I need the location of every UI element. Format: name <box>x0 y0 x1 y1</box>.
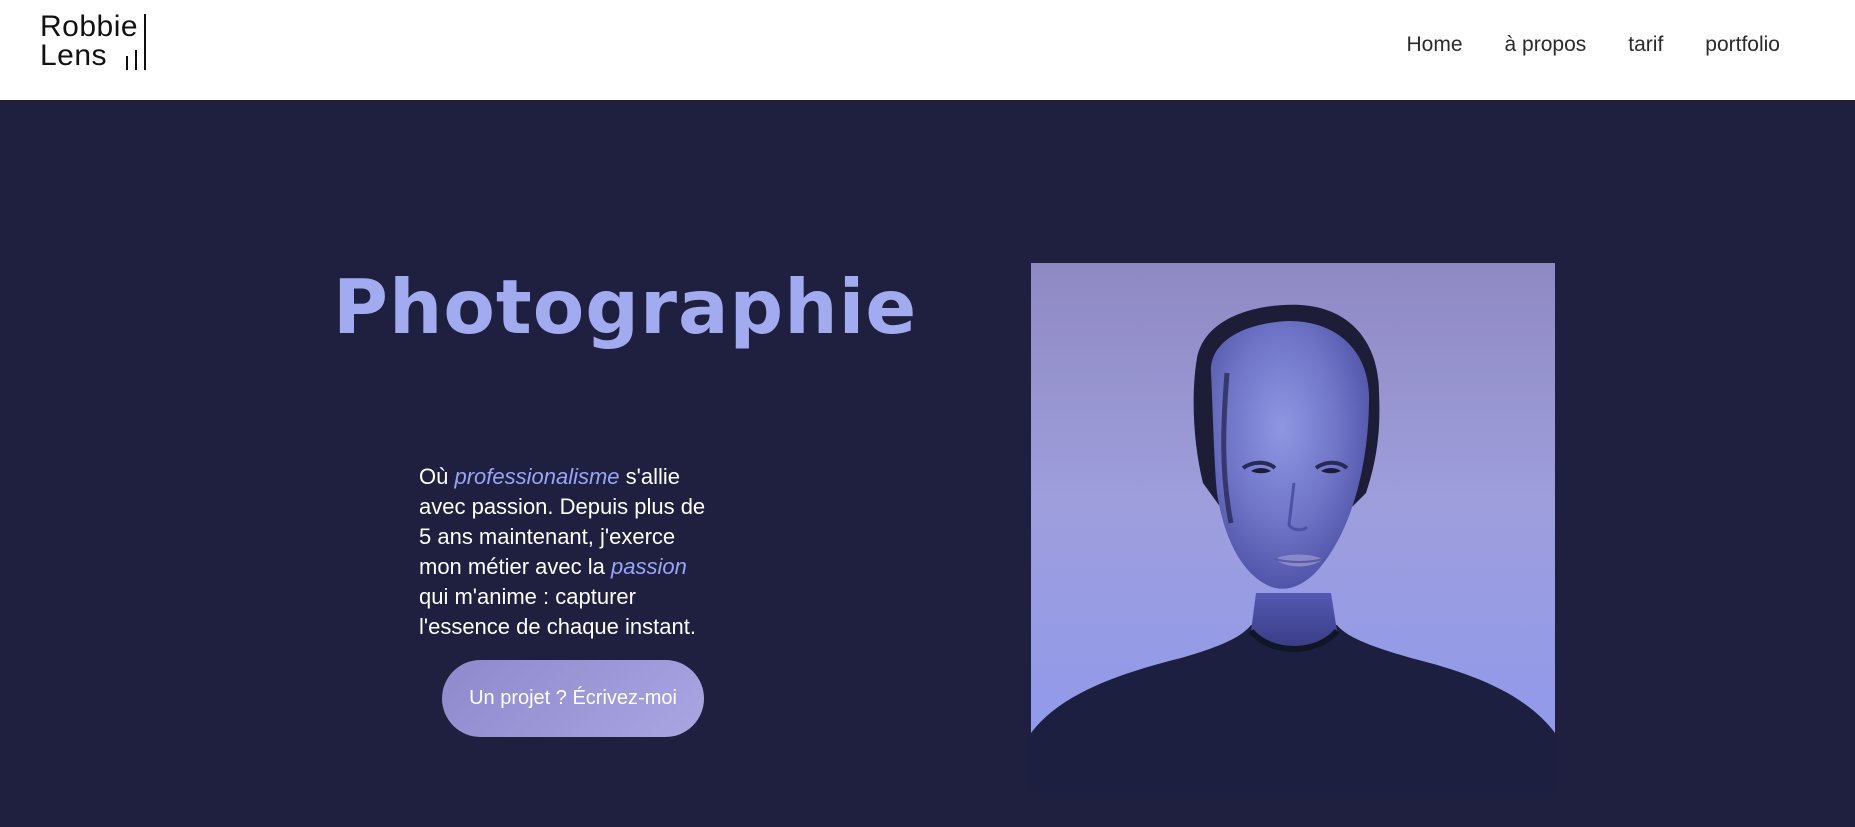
description-highlight: passion <box>610 554 687 579</box>
brand-name-line1: Robbie <box>40 10 139 43</box>
logo-bar <box>126 56 128 70</box>
description-text: Où <box>419 464 455 489</box>
contact-cta-button[interactable]: Un projet ? Écrivez-moi <box>442 660 704 737</box>
hero-description: Où professionalisme s'allie avec passion… <box>419 462 719 642</box>
portrait-photo <box>1031 263 1555 793</box>
nav-item-portfolio[interactable]: portfolio <box>1705 33 1780 57</box>
description-text: qui m'anime : capturer l'essence de chaq… <box>419 584 696 639</box>
hero-title: Photographie <box>333 263 918 352</box>
nav-item-about[interactable]: à propos <box>1505 33 1587 57</box>
logo-bar <box>144 14 146 70</box>
site-header: Robbie Lens Home à propos tarif portfoli… <box>0 0 1855 100</box>
nav-item-pricing[interactable]: tarif <box>1628 33 1663 57</box>
brand-logo[interactable]: Robbie Lens <box>40 10 152 72</box>
brand-name-line2: Lens <box>40 39 108 72</box>
hero-section <box>0 100 1855 827</box>
nav-item-home[interactable]: Home <box>1407 33 1463 57</box>
logo-bar <box>135 50 137 70</box>
portrait-illustration <box>1031 304 1555 793</box>
description-highlight: professionalisme <box>454 464 620 489</box>
main-nav: Home à propos tarif portfolio <box>1407 30 1781 60</box>
